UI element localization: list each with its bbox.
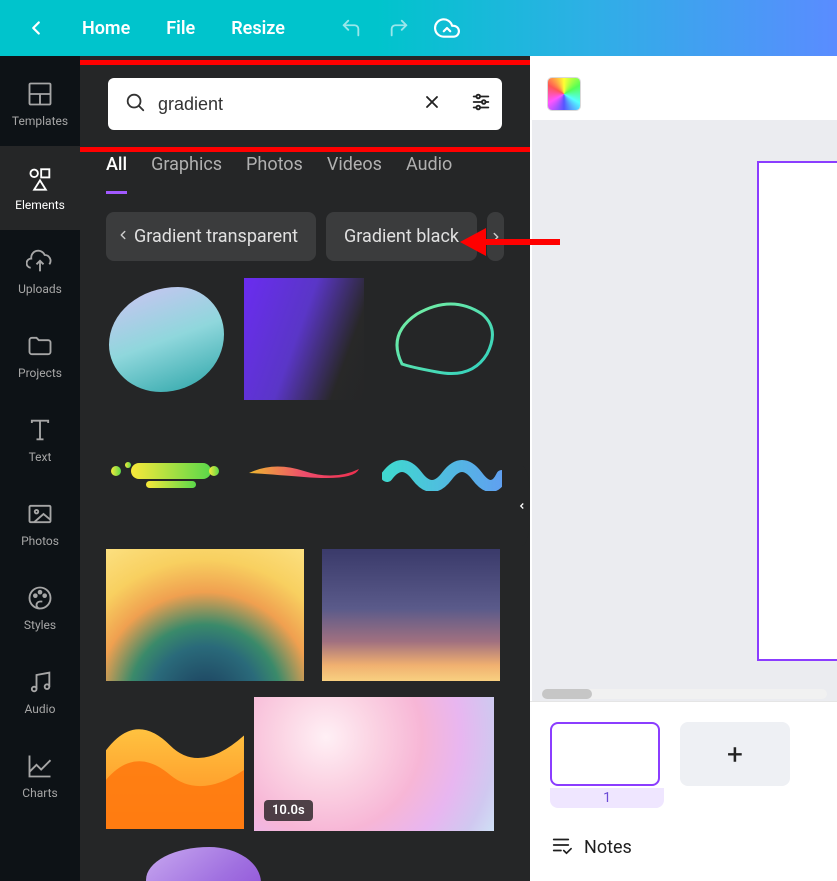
element-gradient-brush-stroke[interactable] bbox=[244, 441, 364, 501]
back-button[interactable] bbox=[8, 17, 64, 39]
canvas-viewport[interactable] bbox=[532, 120, 837, 701]
tab-all[interactable]: All bbox=[106, 154, 127, 194]
chip-label: Gradient transparent bbox=[134, 226, 298, 247]
add-page-button[interactable]: + bbox=[680, 722, 790, 786]
chip-label: Gradient black bbox=[344, 226, 459, 247]
rail-projects[interactable]: Projects bbox=[0, 314, 80, 398]
color-picker-swatch[interactable] bbox=[548, 78, 580, 110]
panel-collapse-handle[interactable] bbox=[513, 466, 530, 546]
search-field[interactable] bbox=[108, 78, 502, 130]
search-input[interactable] bbox=[156, 93, 412, 116]
element-gradient-video[interactable]: 10.0s bbox=[254, 697, 494, 831]
rail-label-styles: Styles bbox=[24, 618, 56, 632]
rail-uploads[interactable]: Uploads bbox=[0, 230, 80, 314]
rail-label-uploads: Uploads bbox=[18, 282, 62, 296]
canvas-document[interactable] bbox=[757, 161, 837, 661]
element-gradient-wave-shape[interactable] bbox=[106, 701, 244, 831]
rail-label-projects: Projects bbox=[18, 366, 62, 380]
redo-button[interactable] bbox=[375, 0, 423, 56]
search-icon bbox=[124, 91, 146, 117]
page-number-label: 1 bbox=[550, 788, 664, 808]
rail-audio[interactable]: Audio bbox=[0, 650, 80, 734]
clear-search-button[interactable] bbox=[422, 92, 442, 116]
plus-icon: + bbox=[727, 738, 743, 771]
notes-icon bbox=[550, 834, 572, 861]
search-filters-button[interactable] bbox=[470, 91, 492, 117]
rail-label-text: Text bbox=[29, 450, 52, 464]
rail-charts[interactable]: Charts bbox=[0, 734, 80, 818]
chip-gradient-black[interactable]: Gradient black bbox=[326, 212, 477, 261]
chip-gradient-transparent[interactable]: Gradient transparent bbox=[106, 212, 316, 261]
chevron-left-icon bbox=[116, 226, 130, 247]
notes-label: Notes bbox=[584, 837, 632, 858]
menu-file[interactable]: File bbox=[148, 18, 213, 39]
video-duration-badge: 10.0s bbox=[264, 800, 313, 821]
element-gradient-outline-ring[interactable] bbox=[382, 294, 502, 384]
rail-elements[interactable]: Elements bbox=[0, 146, 80, 230]
element-gradient-splat[interactable] bbox=[106, 441, 226, 501]
tab-videos[interactable]: Videos bbox=[327, 154, 382, 194]
rail-label-photos: Photos bbox=[21, 534, 59, 548]
menu-resize[interactable]: Resize bbox=[213, 18, 303, 39]
tab-photos[interactable]: Photos bbox=[246, 154, 303, 194]
element-gradient-blob[interactable] bbox=[106, 279, 226, 399]
rail-styles[interactable]: Styles bbox=[0, 566, 80, 650]
chip-overflow[interactable] bbox=[487, 212, 504, 261]
rail-label-elements: Elements bbox=[15, 198, 65, 212]
rail-label-charts: Charts bbox=[22, 786, 57, 800]
rail-label-audio: Audio bbox=[25, 702, 56, 716]
tab-graphics[interactable]: Graphics bbox=[151, 154, 222, 194]
element-gradient-square-fade[interactable] bbox=[244, 279, 364, 399]
element-gradient-photo-sunset[interactable] bbox=[106, 549, 304, 681]
element-gradient-purple-blob[interactable] bbox=[106, 847, 261, 881]
element-gradient-wave[interactable] bbox=[382, 441, 502, 501]
rail-photos[interactable]: Photos bbox=[0, 482, 80, 566]
page-thumbnail-1[interactable] bbox=[550, 722, 660, 786]
rail-templates[interactable]: Templates bbox=[0, 62, 80, 146]
horizontal-scrollbar[interactable] bbox=[542, 689, 827, 699]
cloud-sync-icon[interactable] bbox=[423, 0, 471, 56]
rail-text[interactable]: Text bbox=[0, 398, 80, 482]
tab-audio[interactable]: Audio bbox=[406, 154, 452, 194]
undo-button[interactable] bbox=[327, 0, 375, 56]
menu-home[interactable]: Home bbox=[64, 18, 148, 39]
notes-button[interactable]: Notes bbox=[550, 834, 823, 861]
rail-label-templates: Templates bbox=[12, 114, 68, 128]
element-gradient-photo-dusk[interactable] bbox=[322, 549, 500, 681]
